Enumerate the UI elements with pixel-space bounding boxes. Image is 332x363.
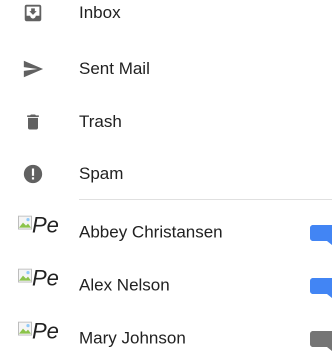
- contact-name: Abbey Christansen: [79, 222, 223, 242]
- avatar: Pe: [18, 267, 66, 297]
- broken-image-icon: [18, 321, 32, 336]
- chat-bubble-icon[interactable]: [310, 331, 332, 351]
- broken-image-icon: [18, 268, 32, 283]
- contact-item-mary-johnson[interactable]: Pe Mary Johnson: [0, 311, 332, 363]
- nav-item-label: Trash: [79, 112, 122, 131]
- nav-item-trash[interactable]: Trash: [0, 96, 332, 148]
- nav-item-inbox[interactable]: Inbox: [0, 0, 332, 39]
- contact-item-alex-nelson[interactable]: Pe Alex Nelson: [0, 258, 332, 310]
- trash-icon: [20, 109, 46, 135]
- avatar-alt-text: Pe: [32, 266, 59, 291]
- contact-name: Mary Johnson: [79, 328, 186, 348]
- nav-item-label: Inbox: [79, 3, 121, 22]
- avatar-alt-text: Pe: [32, 319, 59, 344]
- inbox-icon: [20, 0, 46, 26]
- section-divider: [79, 199, 332, 200]
- nav-item-label: Sent Mail: [79, 59, 150, 78]
- avatar-alt-text: Pe: [32, 213, 59, 238]
- avatar: Pe: [18, 214, 66, 244]
- chat-bubble-icon[interactable]: [310, 278, 332, 298]
- nav-item-sent-mail[interactable]: Sent Mail: [0, 43, 332, 95]
- send-icon: [20, 56, 46, 82]
- navigation-drawer: Inbox Sent Mail Trash Spam Pe Abbey Chri…: [0, 0, 332, 362]
- broken-image-icon: [18, 215, 32, 230]
- nav-item-spam[interactable]: Spam: [0, 148, 332, 200]
- avatar: Pe: [18, 320, 66, 350]
- nav-item-label: Spam: [79, 164, 124, 183]
- contact-name: Alex Nelson: [79, 275, 170, 295]
- spam-icon: [20, 161, 46, 187]
- chat-bubble-icon[interactable]: [310, 225, 332, 245]
- contact-item-abbey-christansen[interactable]: Pe Abbey Christansen: [0, 205, 332, 257]
